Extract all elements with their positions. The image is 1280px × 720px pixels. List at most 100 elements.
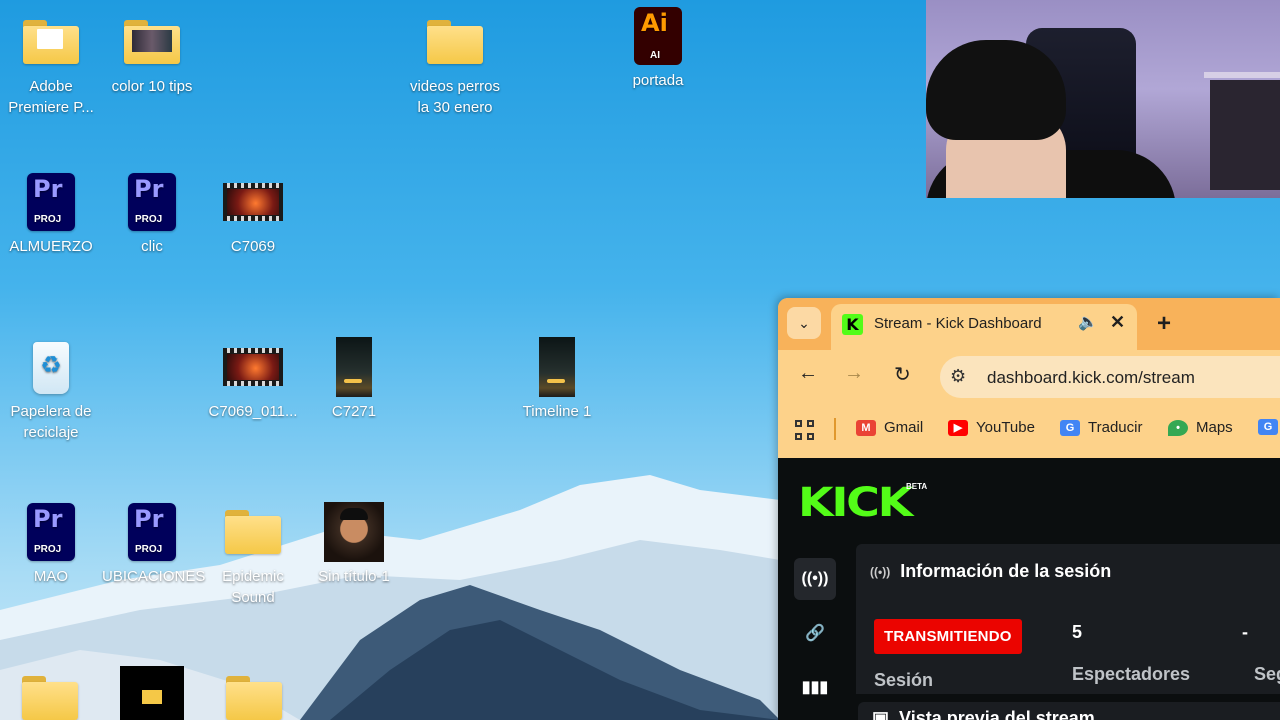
tab-strip: ⌄ K Stream - Kick Dashboard 🔈 ✕ + (778, 298, 1280, 350)
bookmark-more[interactable]: G (1258, 419, 1278, 435)
apps-grid-icon[interactable] (795, 420, 815, 440)
close-icon[interactable]: ✕ (1110, 312, 1125, 333)
translate-icon: G (1060, 419, 1080, 436)
bookmark-maps[interactable]: • Maps (1168, 419, 1233, 436)
desktop-icon-label: clic (141, 238, 163, 255)
desktop-icon-mao[interactable]: Pr PROJ MAO (1, 502, 101, 587)
gmail-icon: M (856, 419, 876, 436)
bookmarks-bar: M Gmail ▶ YouTube G Traducir • Maps G (778, 404, 1280, 454)
folder-icon (22, 676, 78, 720)
desktop-icon-label: portada (632, 72, 684, 89)
desktop-icon-videos-perros[interactable]: videos perros la 30 enero (405, 12, 505, 118)
tab-search-button[interactable]: ⌄ (787, 307, 821, 339)
video-file-icon (324, 337, 384, 397)
stream-preview-panel: ▣ Vista previa del stream (858, 702, 1280, 720)
desktop-icon-label: C7271 (331, 403, 377, 420)
bookmark-youtube[interactable]: ▶ YouTube (948, 419, 1035, 436)
premiere-project-icon: Pr PROJ (122, 172, 182, 232)
premiere-project-icon: Pr PROJ (21, 172, 81, 232)
viewers-count: 5 (1072, 622, 1083, 642)
image-file-icon (324, 502, 384, 562)
desktop-icon-label: C7069 (230, 238, 276, 255)
browser-window: ⌄ K Stream - Kick Dashboard 🔈 ✕ + ← → ↻ … (778, 298, 1280, 720)
folder-icon (226, 676, 282, 720)
broadcast-icon: ((•)) (870, 564, 891, 579)
bookmark-gmail[interactable]: M Gmail (856, 419, 923, 436)
stream-broadcast-icon[interactable]: ((•)) (794, 558, 836, 600)
desktop-folder-partial[interactable] (19, 666, 81, 720)
desktop-icon-c7069[interactable]: C7069 (203, 172, 303, 257)
desktop-icon-recycle-bin[interactable]: ♻ Papelera de reciclaje (1, 337, 101, 443)
desktop-icon-label: ALMUERZO (9, 238, 93, 255)
tab-kick-dashboard[interactable]: K Stream - Kick Dashboard 🔈 ✕ (831, 304, 1137, 350)
kick-dashboard: KICK BETA ((•)) 🔗 ▮▮▮ ((•)) Información … (778, 458, 1280, 720)
kick-logo[interactable]: KICK (798, 480, 913, 526)
folder-icon (223, 502, 283, 562)
recycle-bin-icon: ♻ (21, 337, 81, 397)
session-label: Sesión (874, 670, 934, 690)
bookmark-traducir[interactable]: G Traducir (1060, 419, 1142, 436)
google-icon: G (1258, 419, 1278, 435)
browser-toolbar: ← → ↻ ⚙ dashboard.kick.com/stream (778, 350, 1280, 404)
desktop-file-partial[interactable] (120, 666, 184, 720)
analytics-icon[interactable]: ▮▮▮ (794, 666, 836, 708)
session-info-title: Información de la sesión (900, 561, 1112, 581)
back-arrow-icon[interactable]: ← (798, 362, 818, 385)
desktop-icon-label: Sin título-1 (318, 568, 390, 585)
stream-preview-title: Vista previa del stream (899, 708, 1095, 720)
premiere-project-icon: Pr PROJ (122, 502, 182, 562)
address-url: dashboard.kick.com/stream (987, 368, 1195, 387)
bookmark-label: Gmail (884, 419, 924, 436)
desktop-icon-color-10-tips[interactable]: color 10 tips (102, 12, 202, 97)
desktop-icon-c7271[interactable]: C7271 (304, 337, 404, 422)
folder-icon (122, 12, 182, 72)
desktop-icon-almuerzo[interactable]: Pr PROJ ALMUERZO (1, 172, 101, 257)
video-file-icon (223, 337, 283, 397)
bookmark-label: Traducir (1088, 419, 1143, 436)
maps-icon: • (1168, 419, 1188, 436)
folder-icon (142, 690, 162, 704)
desktop-icon-portada[interactable]: Ai AI portada (608, 6, 708, 91)
bookmark-label: YouTube (976, 419, 1035, 436)
desktop-folder-partial-2[interactable] (223, 666, 285, 720)
bookmarks-separator (834, 418, 836, 440)
desktop-icon-label: Timeline 1 (522, 403, 592, 420)
site-settings-icon[interactable]: ⚙ (950, 366, 966, 387)
desktop-icon-epidemic-sound[interactable]: Epidemic Sound (203, 502, 303, 608)
viewers-label: Espectadores (1072, 664, 1191, 684)
desktop-icon-sin-titulo-1[interactable]: Sin título-1 (304, 502, 404, 587)
followers-count: - (1242, 622, 1248, 642)
preview-icon: ▣ (872, 708, 890, 720)
video-file-icon (223, 172, 283, 232)
desktop-icon-label: C7069_011... (208, 403, 298, 420)
link-icon[interactable]: 🔗 (794, 612, 836, 654)
desktop-icon-label: MAO (33, 568, 69, 585)
live-status-badge: TRANSMITIENDO (874, 619, 1022, 654)
reload-icon[interactable]: ↻ (894, 362, 911, 387)
desktop-icon-label: UBICACIONES (102, 568, 206, 585)
premiere-project-icon: Pr PROJ (21, 502, 81, 562)
desktop-icon-ubicaciones[interactable]: Pr PROJ UBICACIONES (102, 502, 206, 587)
beta-badge: BETA (906, 482, 928, 491)
folder-icon (21, 12, 81, 72)
desktop-icon-label: Epidemic Sound (222, 568, 284, 606)
address-bar[interactable]: ⚙ dashboard.kick.com/stream (940, 356, 1280, 398)
new-tab-button[interactable]: + (1157, 310, 1171, 338)
kick-favicon-icon: K (842, 314, 863, 335)
video-file-icon (527, 337, 587, 397)
desktop-icon-label: videos perros la 30 enero (409, 78, 501, 116)
tab-title: Stream - Kick Dashboard (874, 315, 1042, 332)
illustrator-icon: Ai AI (628, 6, 688, 66)
speaker-icon[interactable]: 🔈 (1078, 312, 1098, 332)
dashboard-sidebar: ((•)) 🔗 ▮▮▮ (794, 558, 836, 720)
forward-arrow-icon[interactable]: → (844, 362, 864, 385)
desktop-icon-label: color 10 tips (111, 78, 193, 95)
desktop-icon-clic[interactable]: Pr PROJ clic (102, 172, 202, 257)
desktop-icon-label: Adobe Premiere P... (8, 78, 94, 116)
chevron-down-icon: ⌄ (798, 314, 810, 331)
desktop-icon-timeline-1[interactable]: Timeline 1 (507, 337, 607, 422)
webcam-overlay (926, 0, 1280, 198)
youtube-icon: ▶ (948, 419, 968, 436)
desktop-icon-adobe-premiere[interactable]: Adobe Premiere P... (1, 12, 101, 118)
desktop-icon-c7069-011[interactable]: C7069_011... (203, 337, 303, 422)
